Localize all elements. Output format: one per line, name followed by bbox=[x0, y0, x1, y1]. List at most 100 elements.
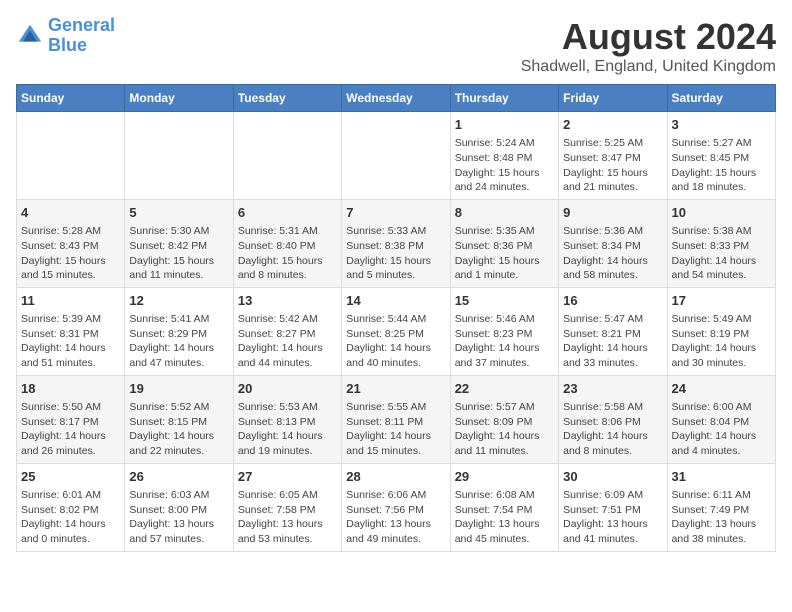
calendar-cell: 29 Sunrise: 6:08 AM Sunset: 7:54 PM Dayli… bbox=[450, 463, 558, 551]
day-info: Sunrise: 5:41 AM Sunset: 8:29 PM Dayligh… bbox=[129, 312, 228, 371]
logo-text: General Blue bbox=[48, 16, 115, 56]
calendar-week-row: 18Sunrise: 5:50 AM Sunset: 8:17 PM Dayli… bbox=[17, 375, 776, 463]
calendar-cell: 15 Sunrise: 5:46 AM Sunset: 8:23 PM Dayli… bbox=[450, 287, 558, 375]
day-number: 19 bbox=[129, 380, 228, 398]
calendar-cell: 1 Sunrise: 5:24 AM Sunset: 8:48 PM Daylig… bbox=[450, 112, 558, 200]
calendar-cell: 10 Sunrise: 5:38 AM Sunset: 8:33 PM Dayli… bbox=[667, 199, 775, 287]
calendar-week-row: 25Sunrise: 6:01 AM Sunset: 8:02 PM Dayli… bbox=[17, 463, 776, 551]
calendar-cell: 2 Sunrise: 5:25 AM Sunset: 8:47 PM Daylig… bbox=[559, 112, 667, 200]
calendar-header-row: Sunday Monday Tuesday Wednesday Thursday… bbox=[17, 85, 776, 112]
day-number: 24 bbox=[672, 380, 771, 398]
day-info: Sunrise: 6:00 AM Sunset: 8:04 PM Dayligh… bbox=[672, 400, 771, 459]
day-info: Sunrise: 6:03 AM Sunset: 8:00 PM Dayligh… bbox=[129, 488, 228, 547]
calendar-cell: 13Sunrise: 5:42 AM Sunset: 8:27 PM Dayli… bbox=[233, 287, 341, 375]
calendar-cell bbox=[233, 112, 341, 200]
day-info: Sunrise: 5:47 AM Sunset: 8:21 PM Dayligh… bbox=[563, 312, 662, 371]
calendar-cell: 9 Sunrise: 5:36 AM Sunset: 8:34 PM Daylig… bbox=[559, 199, 667, 287]
day-info: Sunrise: 6:06 AM Sunset: 7:56 PM Dayligh… bbox=[346, 488, 445, 547]
day-info: Sunrise: 5:44 AM Sunset: 8:25 PM Dayligh… bbox=[346, 312, 445, 371]
calendar-cell: 12 Sunrise: 5:41 AM Sunset: 8:29 PM Dayli… bbox=[125, 287, 233, 375]
calendar-cell bbox=[342, 112, 450, 200]
day-number: 1 bbox=[455, 116, 554, 134]
day-number: 6 bbox=[238, 204, 337, 222]
day-number: 7 bbox=[346, 204, 445, 222]
day-number: 9 bbox=[563, 204, 662, 222]
calendar-cell: 7Sunrise: 5:33 AM Sunset: 8:38 PM Daylig… bbox=[342, 199, 450, 287]
day-info: Sunrise: 5:57 AM Sunset: 8:09 PM Dayligh… bbox=[455, 400, 554, 459]
col-sunday: Sunday bbox=[17, 85, 125, 112]
title-block: August 2024 Shadwell, England, United Ki… bbox=[521, 16, 776, 76]
calendar-cell: 21Sunrise: 5:55 AM Sunset: 8:11 PM Dayli… bbox=[342, 375, 450, 463]
calendar-cell bbox=[125, 112, 233, 200]
calendar-cell: 4 Sunrise: 5:28 AM Sunset: 8:43 PM Daylig… bbox=[17, 199, 125, 287]
day-number: 12 bbox=[129, 292, 228, 310]
day-number: 21 bbox=[346, 380, 445, 398]
day-number: 16 bbox=[563, 292, 662, 310]
day-info: Sunrise: 5:25 AM Sunset: 8:47 PM Dayligh… bbox=[563, 136, 662, 195]
day-number: 4 bbox=[21, 204, 120, 222]
day-info: Sunrise: 5:53 AM Sunset: 8:13 PM Dayligh… bbox=[238, 400, 337, 459]
calendar-cell: 20 Sunrise: 5:53 AM Sunset: 8:13 PM Dayli… bbox=[233, 375, 341, 463]
day-info: Sunrise: 5:52 AM Sunset: 8:15 PM Dayligh… bbox=[129, 400, 228, 459]
calendar-cell: 14 Sunrise: 5:44 AM Sunset: 8:25 PM Dayli… bbox=[342, 287, 450, 375]
calendar-cell: 16 Sunrise: 5:47 AM Sunset: 8:21 PM Dayli… bbox=[559, 287, 667, 375]
day-info: Sunrise: 5:24 AM Sunset: 8:48 PM Dayligh… bbox=[455, 136, 554, 195]
day-number: 27 bbox=[238, 468, 337, 486]
calendar-cell: 23Sunrise: 5:58 AM Sunset: 8:06 PM Dayli… bbox=[559, 375, 667, 463]
logo-icon bbox=[16, 22, 44, 50]
calendar-cell: 24 Sunrise: 6:00 AM Sunset: 8:04 PM Dayli… bbox=[667, 375, 775, 463]
subtitle: Shadwell, England, United Kingdom bbox=[521, 58, 776, 76]
day-number: 29 bbox=[455, 468, 554, 486]
col-tuesday: Tuesday bbox=[233, 85, 341, 112]
day-number: 23 bbox=[563, 380, 662, 398]
day-info: Sunrise: 6:05 AM Sunset: 7:58 PM Dayligh… bbox=[238, 488, 337, 547]
day-info: Sunrise: 5:28 AM Sunset: 8:43 PM Dayligh… bbox=[21, 224, 120, 283]
calendar-cell: 11Sunrise: 5:39 AM Sunset: 8:31 PM Dayli… bbox=[17, 287, 125, 375]
logo: General Blue bbox=[16, 16, 115, 56]
day-info: Sunrise: 5:39 AM Sunset: 8:31 PM Dayligh… bbox=[21, 312, 120, 371]
day-number: 25 bbox=[21, 468, 120, 486]
day-info: Sunrise: 5:27 AM Sunset: 8:45 PM Dayligh… bbox=[672, 136, 771, 195]
day-number: 2 bbox=[563, 116, 662, 134]
main-title: August 2024 bbox=[521, 16, 776, 58]
calendar-week-row: 11Sunrise: 5:39 AM Sunset: 8:31 PM Dayli… bbox=[17, 287, 776, 375]
calendar-cell: 19 Sunrise: 5:52 AM Sunset: 8:15 PM Dayli… bbox=[125, 375, 233, 463]
day-info: Sunrise: 6:11 AM Sunset: 7:49 PM Dayligh… bbox=[672, 488, 771, 547]
calendar-cell: 31 Sunrise: 6:11 AM Sunset: 7:49 PM Dayli… bbox=[667, 463, 775, 551]
col-saturday: Saturday bbox=[667, 85, 775, 112]
calendar-cell: 28Sunrise: 6:06 AM Sunset: 7:56 PM Dayli… bbox=[342, 463, 450, 551]
day-info: Sunrise: 5:36 AM Sunset: 8:34 PM Dayligh… bbox=[563, 224, 662, 283]
day-number: 30 bbox=[563, 468, 662, 486]
day-info: Sunrise: 5:50 AM Sunset: 8:17 PM Dayligh… bbox=[21, 400, 120, 459]
calendar-cell: 17 Sunrise: 5:49 AM Sunset: 8:19 PM Dayli… bbox=[667, 287, 775, 375]
day-number: 31 bbox=[672, 468, 771, 486]
calendar-cell bbox=[17, 112, 125, 200]
calendar-cell: 25Sunrise: 6:01 AM Sunset: 8:02 PM Dayli… bbox=[17, 463, 125, 551]
day-number: 10 bbox=[672, 204, 771, 222]
col-friday: Friday bbox=[559, 85, 667, 112]
col-wednesday: Wednesday bbox=[342, 85, 450, 112]
calendar-cell: 26 Sunrise: 6:03 AM Sunset: 8:00 PM Dayli… bbox=[125, 463, 233, 551]
calendar-cell: 5Sunrise: 5:30 AM Sunset: 8:42 PM Daylig… bbox=[125, 199, 233, 287]
calendar-table: Sunday Monday Tuesday Wednesday Thursday… bbox=[16, 84, 776, 552]
day-info: Sunrise: 6:09 AM Sunset: 7:51 PM Dayligh… bbox=[563, 488, 662, 547]
day-number: 15 bbox=[455, 292, 554, 310]
col-thursday: Thursday bbox=[450, 85, 558, 112]
day-number: 20 bbox=[238, 380, 337, 398]
day-number: 17 bbox=[672, 292, 771, 310]
day-number: 14 bbox=[346, 292, 445, 310]
calendar-cell: 8Sunrise: 5:35 AM Sunset: 8:36 PM Daylig… bbox=[450, 199, 558, 287]
day-info: Sunrise: 6:08 AM Sunset: 7:54 PM Dayligh… bbox=[455, 488, 554, 547]
calendar-week-row: 1 Sunrise: 5:24 AM Sunset: 8:48 PM Daylig… bbox=[17, 112, 776, 200]
day-info: Sunrise: 5:42 AM Sunset: 8:27 PM Dayligh… bbox=[238, 312, 337, 371]
day-info: Sunrise: 5:38 AM Sunset: 8:33 PM Dayligh… bbox=[672, 224, 771, 283]
calendar-cell: 27 Sunrise: 6:05 AM Sunset: 7:58 PM Dayli… bbox=[233, 463, 341, 551]
page-header: General Blue August 2024 Shadwell, Engla… bbox=[16, 16, 776, 76]
day-info: Sunrise: 5:46 AM Sunset: 8:23 PM Dayligh… bbox=[455, 312, 554, 371]
day-number: 26 bbox=[129, 468, 228, 486]
day-info: Sunrise: 5:49 AM Sunset: 8:19 PM Dayligh… bbox=[672, 312, 771, 371]
calendar-cell: 3 Sunrise: 5:27 AM Sunset: 8:45 PM Daylig… bbox=[667, 112, 775, 200]
calendar-cell: 6Sunrise: 5:31 AM Sunset: 8:40 PM Daylig… bbox=[233, 199, 341, 287]
day-number: 3 bbox=[672, 116, 771, 134]
day-number: 8 bbox=[455, 204, 554, 222]
